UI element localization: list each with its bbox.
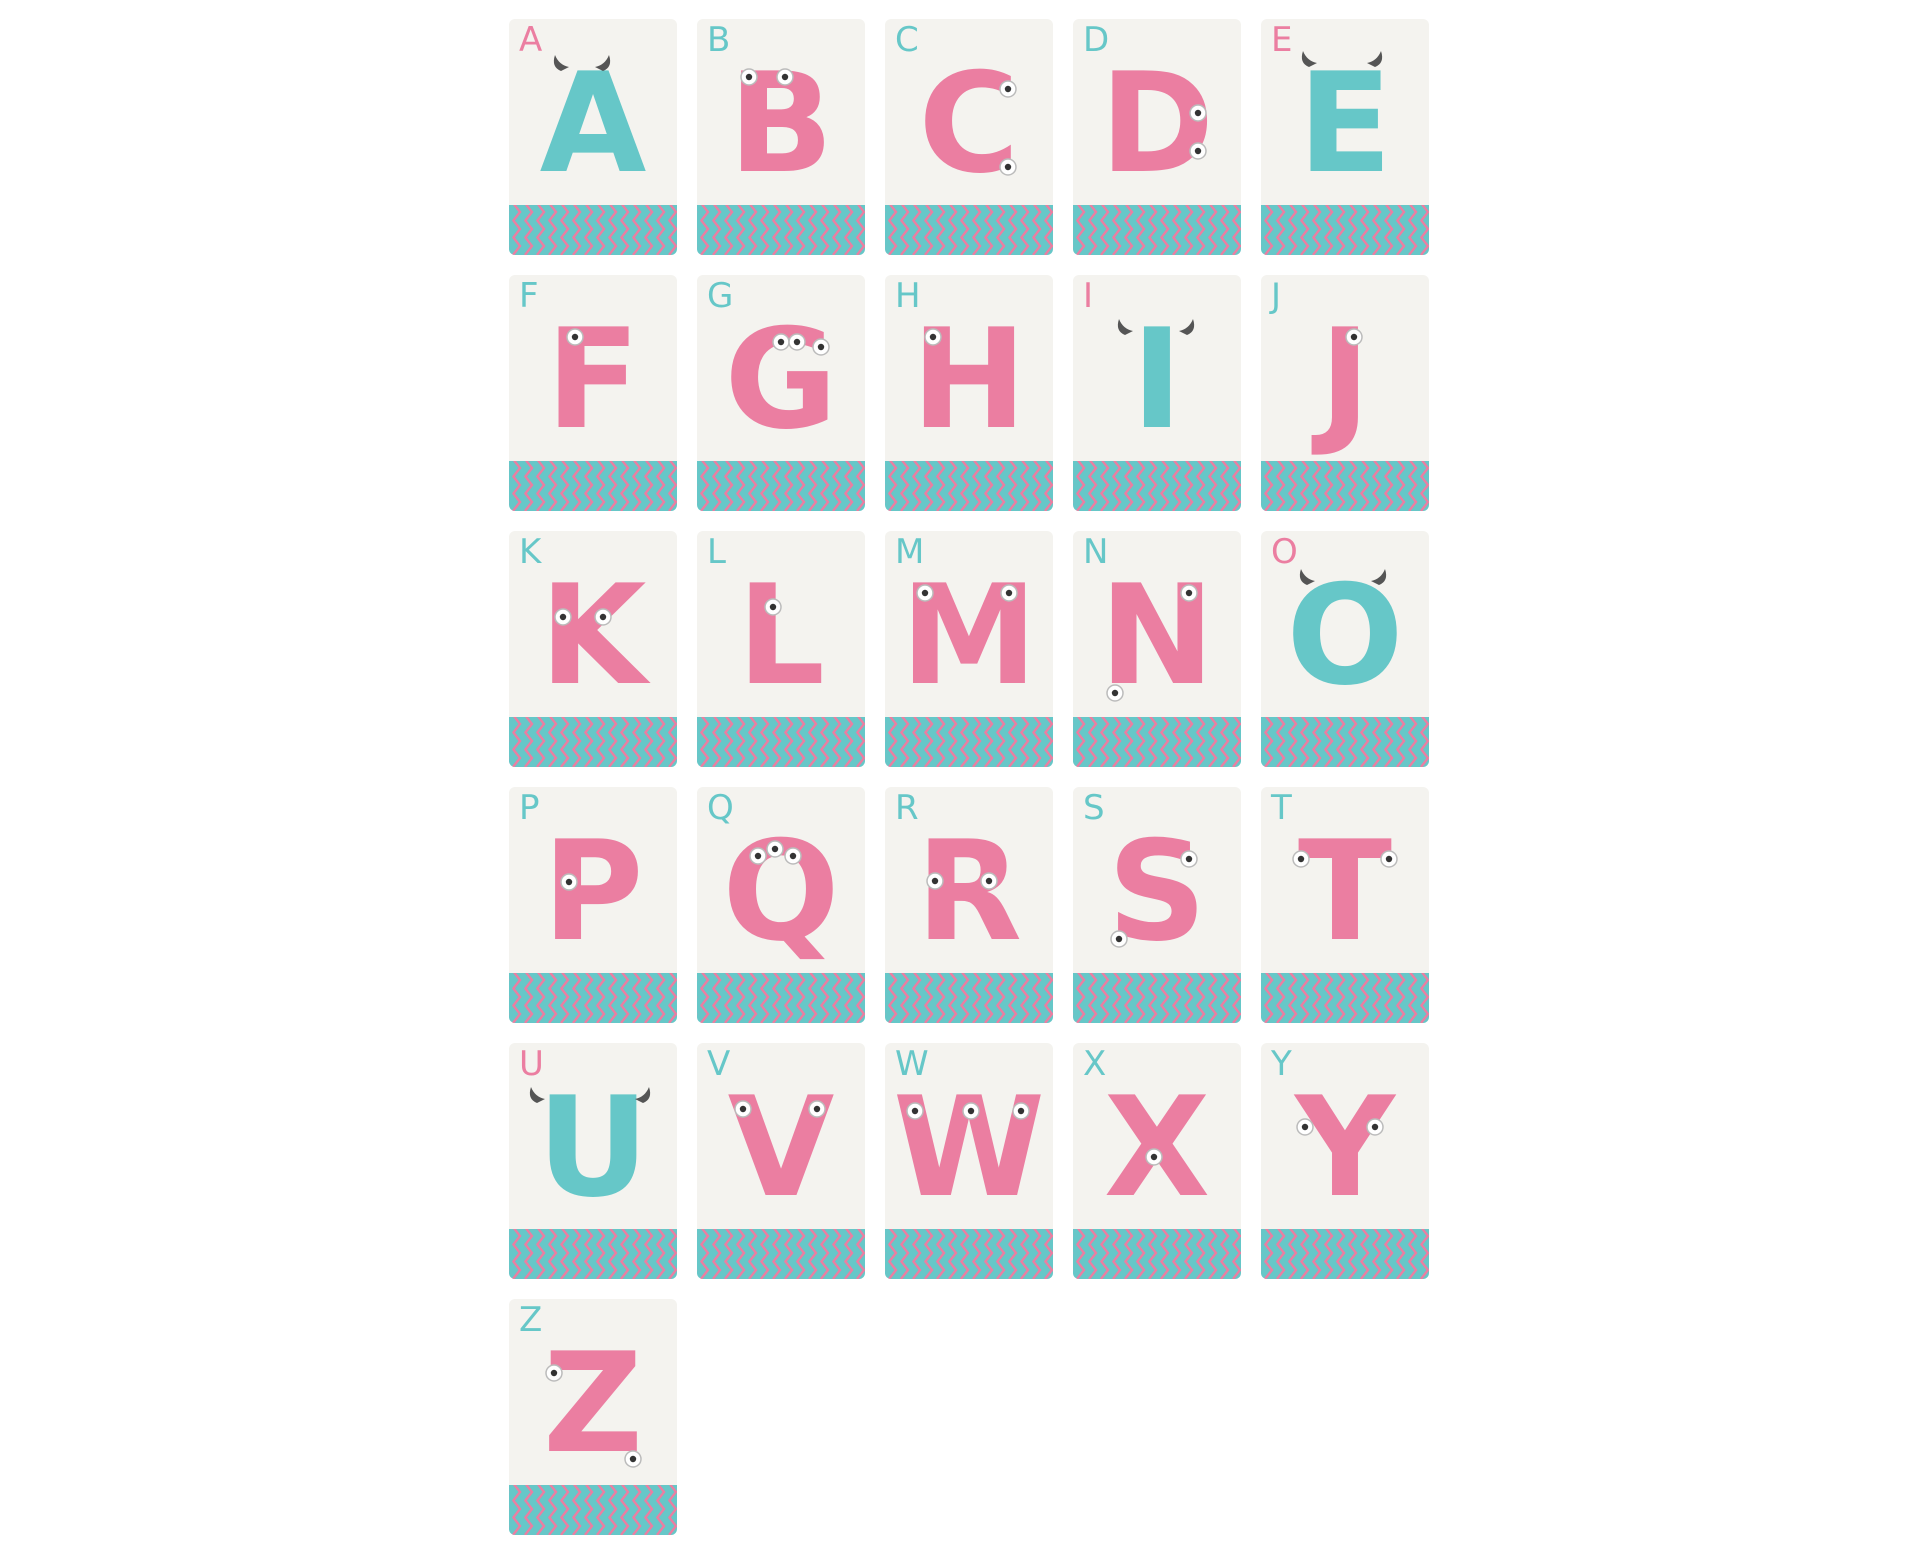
monster-letter: K <box>539 555 647 716</box>
letter-card-q[interactable]: QQ <box>697 787 865 1023</box>
letter-card-y[interactable]: YY <box>1261 1043 1429 1279</box>
chevron-stripe <box>509 1229 677 1279</box>
chevron-stripe <box>1261 1229 1429 1279</box>
letter-card-g[interactable]: GG <box>697 275 865 511</box>
letter-card-z[interactable]: ZZ <box>509 1299 677 1535</box>
chevron-stripe <box>697 205 865 255</box>
letter-card-m[interactable]: MM <box>885 531 1053 767</box>
letter-card-b[interactable]: BB <box>697 19 865 255</box>
letter-card-f[interactable]: FF <box>509 275 677 511</box>
monster-letter: O <box>1286 555 1404 716</box>
chevron-stripe <box>885 973 1053 1023</box>
chevron-stripe <box>697 717 865 767</box>
chevron-stripe <box>509 1485 677 1535</box>
letter-card-d[interactable]: DD <box>1073 19 1241 255</box>
chevron-stripe <box>1261 717 1429 767</box>
monster-letter: B <box>728 43 834 204</box>
monster-letter: L <box>737 555 825 716</box>
letter-card-e[interactable]: EE <box>1261 19 1429 255</box>
monster-letter: Y <box>1295 1067 1395 1228</box>
monster-letter: F <box>545 299 641 460</box>
chevron-stripe <box>1073 461 1241 511</box>
monster-letter: I <box>1131 299 1183 460</box>
monster-letter: Z <box>542 1323 644 1484</box>
chevron-stripe <box>1073 717 1241 767</box>
letter-card-w[interactable]: WW <box>885 1043 1053 1279</box>
monster-letter: S <box>1107 811 1207 972</box>
letter-card-x[interactable]: XX <box>1073 1043 1241 1279</box>
chevron-stripe <box>1261 461 1429 511</box>
letter-card-h[interactable]: HH <box>885 275 1053 511</box>
letter-card-k[interactable]: KK <box>509 531 677 767</box>
chevron-stripe <box>885 461 1053 511</box>
chevron-stripe <box>697 1229 865 1279</box>
chevron-stripe <box>1073 205 1241 255</box>
chevron-stripe <box>1073 973 1241 1023</box>
monster-letter: P <box>542 811 644 972</box>
letter-card-j[interactable]: JJ <box>1261 275 1429 511</box>
letter-card-u[interactable]: UU <box>509 1043 677 1279</box>
letter-card-n[interactable]: NN <box>1073 531 1241 767</box>
monster-letter: J <box>1319 299 1371 460</box>
letter-card-i[interactable]: II <box>1073 275 1241 511</box>
monster-letter: C <box>918 43 1020 204</box>
monster-letter: N <box>1099 555 1215 716</box>
chevron-stripe <box>1073 1229 1241 1279</box>
monster-letter: H <box>911 299 1027 460</box>
monster-letter: T <box>1297 811 1393 972</box>
letter-card-v[interactable]: VV <box>697 1043 865 1279</box>
alphabet-card-grid: AABBCCDDEEFFGGHHIIJJKKLLMMNNOOPPQQRRSSTT… <box>509 19 1429 1535</box>
chevron-stripe <box>1261 205 1429 255</box>
chevron-stripe <box>885 205 1053 255</box>
monster-letter: M <box>900 555 1038 716</box>
letter-card-a[interactable]: AA <box>509 19 677 255</box>
chevron-stripe <box>509 973 677 1023</box>
chevron-stripe <box>1261 973 1429 1023</box>
monster-letter: E <box>1297 43 1393 204</box>
letter-card-c[interactable]: CC <box>885 19 1053 255</box>
monster-letter: V <box>727 1067 835 1228</box>
chevron-stripe <box>885 717 1053 767</box>
letter-card-p[interactable]: PP <box>509 787 677 1023</box>
chevron-stripe <box>697 973 865 1023</box>
monster-letter: Q <box>722 811 840 972</box>
letter-card-l[interactable]: LL <box>697 531 865 767</box>
letter-card-r[interactable]: RR <box>885 787 1053 1023</box>
monster-letter: U <box>536 1067 650 1228</box>
letter-card-t[interactable]: TT <box>1261 787 1429 1023</box>
chevron-stripe <box>509 205 677 255</box>
letter-card-s[interactable]: SS <box>1073 787 1241 1023</box>
letter-card-o[interactable]: OO <box>1261 531 1429 767</box>
monster-letter: D <box>1099 43 1215 204</box>
chevron-stripe <box>885 1229 1053 1279</box>
chevron-stripe <box>509 717 677 767</box>
monster-letter: R <box>915 811 1023 972</box>
chevron-stripe <box>509 461 677 511</box>
monster-letter: W <box>892 1067 1046 1228</box>
monster-letter: G <box>724 299 838 460</box>
monster-letter: A <box>539 43 647 204</box>
chevron-stripe <box>697 461 865 511</box>
monster-letter: X <box>1103 1067 1211 1228</box>
